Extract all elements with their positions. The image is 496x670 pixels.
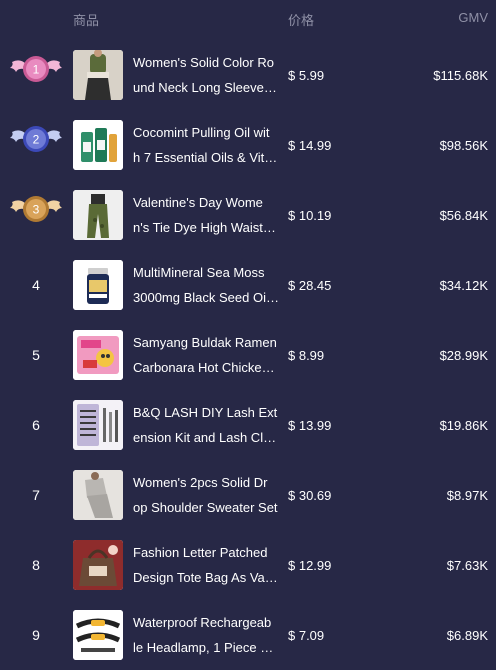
price-value: $ 8.99 <box>288 347 325 363</box>
rank-cell: 7 <box>0 460 72 530</box>
table-row[interactable]: 5 Samyang Buldak Ramen Carbonara Hot Chi… <box>0 320 496 390</box>
ramen-package-image[interactable] <box>73 330 123 380</box>
product-title[interactable]: Valentine's Day Wome n's Tie Dye High Wa… <box>133 190 279 240</box>
rank-number: 3 <box>33 203 40 217</box>
product-title[interactable]: Women's 2pcs Solid Dr op Shoulder Sweate… <box>133 470 279 520</box>
rank-number: 4 <box>32 277 40 293</box>
rank-cell: 2 <box>0 110 72 180</box>
rank-number: 9 <box>32 627 40 643</box>
table-row[interactable]: 2 Cocomint Pulling Oil wit h 7 Essential… <box>0 110 496 180</box>
gold-medal-icon: 3 <box>10 196 62 222</box>
rank-number: 8 <box>32 557 40 573</box>
price-value: $ 5.99 <box>288 67 325 83</box>
rank-number: 7 <box>32 487 40 503</box>
gmv-value: $19.86K <box>439 417 488 433</box>
green-pants-image[interactable] <box>73 190 123 240</box>
pink-medal-icon: 1 <box>10 56 62 82</box>
column-header-gmv[interactable]: GMV <box>458 10 488 25</box>
gmv-value: $98.56K <box>439 137 488 153</box>
table-row[interactable]: 7 Women's 2pcs Solid Dr op Shoulder Swea… <box>0 460 496 530</box>
price-value: $ 7.09 <box>288 627 325 643</box>
product-title[interactable]: Waterproof Rechargeab le Headlamp, 1 Pie… <box>133 610 279 660</box>
table-header: 商品 价格 GMV <box>0 0 496 35</box>
rank-cell: 3 <box>0 180 72 250</box>
rank-number: 1 <box>33 63 40 77</box>
price-value: $ 10.19 <box>288 207 332 223</box>
rank-cell: 6 <box>0 390 72 460</box>
rank-number: 5 <box>32 347 40 363</box>
table-row[interactable]: 6 B&Q LASH DIY Lash Ext ension Kit and L… <box>0 390 496 460</box>
gmv-value: $28.99K <box>439 347 488 363</box>
product-title[interactable]: Fashion Letter Patched Design Tote Bag A… <box>133 540 279 590</box>
table-row[interactable]: 8 Fashion Letter Patched Design Tote Bag… <box>0 530 496 600</box>
oil-bottles-image[interactable] <box>73 120 123 170</box>
price-value: $ 14.99 <box>288 137 332 153</box>
rank-number: 6 <box>32 417 40 433</box>
product-title[interactable]: Women's Solid Color Ro und Neck Long Sle… <box>133 50 279 100</box>
rank-cell: 1 <box>0 40 72 110</box>
price-value: $ 13.99 <box>288 417 332 433</box>
headlamp-image[interactable] <box>73 610 123 660</box>
gmv-value: $34.12K <box>439 277 488 293</box>
table-row[interactable]: 1 Women's Solid Color Ro und Neck Long S… <box>0 40 496 110</box>
column-header-product[interactable]: 商品 <box>73 10 99 29</box>
sweater-set-image[interactable] <box>73 470 123 520</box>
product-title[interactable]: Cocomint Pulling Oil wit h 7 Essential O… <box>133 120 279 170</box>
gmv-value: $7.63K <box>446 557 488 573</box>
gmv-value: $115.68K <box>433 67 488 83</box>
gmv-value: $8.97K <box>446 487 488 503</box>
product-title[interactable]: B&Q LASH DIY Lash Ext ension Kit and Las… <box>133 400 279 450</box>
rank-cell: 5 <box>0 320 72 390</box>
column-header-price[interactable]: 价格 <box>288 10 314 29</box>
product-title[interactable]: MultiMineral Sea Moss 3000mg Black Seed … <box>133 260 279 310</box>
gmv-value: $56.84K <box>439 207 488 223</box>
supplement-bottle-image[interactable] <box>73 260 123 310</box>
product-ranking-table: 商品 价格 GMV 1 Women's Solid Color Ro und N… <box>0 0 496 665</box>
rank-cell: 8 <box>0 530 72 600</box>
table-row[interactable]: 4 MultiMineral Sea Moss 3000mg Black See… <box>0 250 496 320</box>
rank-cell: 4 <box>0 250 72 320</box>
price-value: $ 30.69 <box>288 487 332 503</box>
table-row[interactable]: 9 Waterproof Rechargeab le Headlamp, 1 P… <box>0 600 496 670</box>
green-outfit-image[interactable] <box>73 50 123 100</box>
rank-cell: 9 <box>0 600 72 670</box>
silver-medal-icon: 2 <box>10 126 62 152</box>
lash-kit-image[interactable] <box>73 400 123 450</box>
tote-bag-image[interactable] <box>73 540 123 590</box>
table-row[interactable]: 3 Valentine's Day Wome n's Tie Dye High … <box>0 180 496 250</box>
price-value: $ 28.45 <box>288 277 332 293</box>
gmv-value: $6.89K <box>446 627 488 643</box>
product-title[interactable]: Samyang Buldak Ramen Carbonara Hot Chick… <box>133 330 279 380</box>
rank-number: 2 <box>33 133 40 147</box>
price-value: $ 12.99 <box>288 557 332 573</box>
